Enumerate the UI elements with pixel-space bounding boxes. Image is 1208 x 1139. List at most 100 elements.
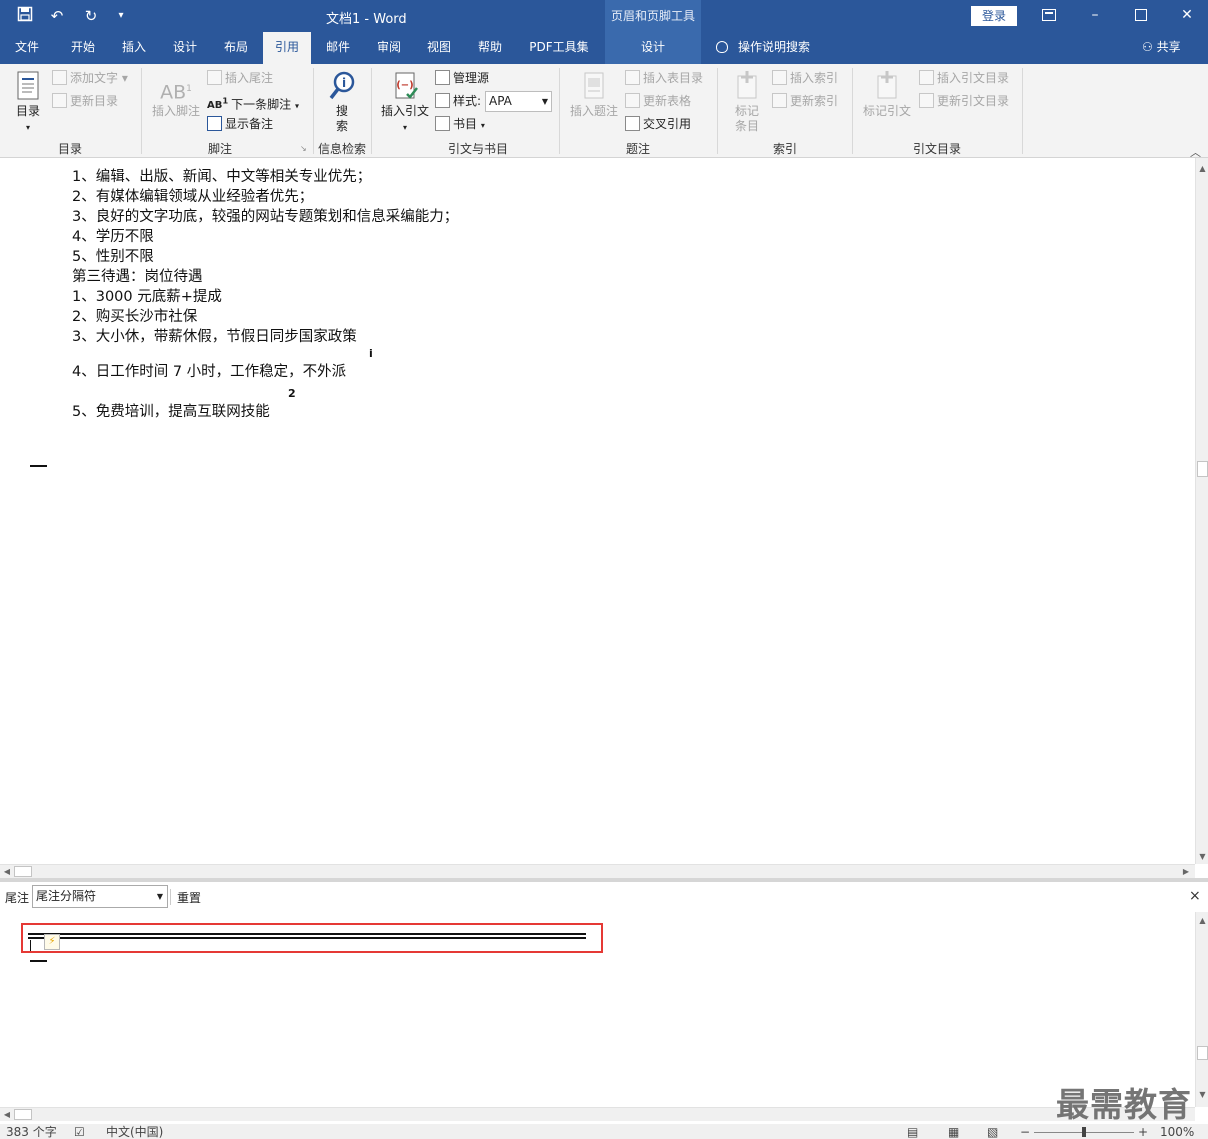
save-icon[interactable] [14, 6, 36, 26]
insert-toa-button[interactable]: 插入引文目录 [919, 68, 1009, 88]
tab-references[interactable]: 引用 [263, 32, 311, 64]
search-button[interactable]: i 搜索 [322, 70, 362, 134]
manage-sources-label: 管理源 [453, 71, 490, 85]
insert-caption-button[interactable]: 插入题注 [566, 70, 622, 119]
insert-endnote-button[interactable]: 插入尾注 [207, 68, 273, 88]
share-button[interactable]: ⚇ 共享 [1142, 32, 1181, 64]
language-indicator[interactable]: 中文(中国) [106, 1125, 163, 1139]
group-separator [559, 68, 560, 154]
insert-index-button[interactable]: 插入索引 [772, 68, 838, 88]
document-vertical-scrollbar[interactable]: ▲ ▼ [1195, 158, 1208, 864]
redo-icon[interactable]: ↻ [80, 6, 102, 26]
tab-view[interactable]: 视图 [414, 32, 464, 64]
doc-line: 3、良好的文字功底，较强的网站专题策划和信息采编能力； [72, 209, 459, 225]
endnote-reference[interactable]: 2 [288, 387, 296, 400]
doc-line: 5、免费培训，提高互联网技能 [72, 404, 270, 420]
document-horizontal-scrollbar[interactable]: ◀ ▶ [0, 864, 1195, 878]
tell-me-search[interactable]: 操作说明搜索 [716, 32, 810, 64]
tab-design[interactable]: 设计 [160, 32, 210, 64]
show-notes-icon [207, 116, 222, 131]
tab-pdf-tools[interactable]: PDF工具集 [518, 32, 600, 64]
scroll-up-icon[interactable]: ▲ [1197, 164, 1208, 173]
show-notes-button[interactable]: 显示备注 [207, 114, 273, 134]
tab-home[interactable]: 开始 [57, 32, 109, 64]
insert-table-of-figures-button[interactable]: 插入表目录 [625, 68, 703, 88]
scroll-thumb[interactable] [1197, 461, 1208, 477]
undo-icon[interactable]: ↶ [46, 6, 68, 26]
notes-horizontal-scrollbar[interactable]: ◀ [0, 1107, 1195, 1121]
scroll-right-icon[interactable]: ▶ [1182, 867, 1190, 876]
update-toa-button[interactable]: 更新引文目录 [919, 91, 1009, 111]
maximize-icon[interactable] [1118, 0, 1164, 32]
cross-reference-button[interactable]: 交叉引用 [625, 114, 691, 134]
mark-citation-label: 标记引文 [862, 104, 911, 118]
status-bar: 383 个字 ☑ 中文(中国) ▤ ▦ ▧ − + 100% [0, 1124, 1208, 1139]
tab-layout[interactable]: 布局 [211, 32, 261, 64]
update-table-button[interactable]: 更新表格 [625, 91, 691, 111]
close-icon[interactable]: ✕ [1164, 0, 1208, 32]
endnote-type-select[interactable]: 尾注分隔符 ▼ [32, 885, 168, 908]
toc-icon [17, 71, 39, 100]
next-footnote-button[interactable]: AB1 下一条脚注 ▾ [207, 91, 299, 111]
mark-entry-button[interactable]: 标记 条目 [728, 70, 766, 134]
insert-toa-label: 插入引文目录 [937, 71, 1010, 85]
notes-vertical-scrollbar[interactable]: ▲ ▼ [1195, 912, 1208, 1107]
zoom-level[interactable]: 100% [1160, 1125, 1194, 1139]
insert-index-label: 插入索引 [790, 71, 839, 85]
mark-entry-label-1: 标记 [734, 104, 759, 118]
read-mode-icon[interactable]: ▤ [907, 1125, 918, 1139]
insert-citation-button[interactable]: (−) 插入引文 ▾ [378, 70, 432, 135]
tab-mailings[interactable]: 邮件 [314, 32, 362, 64]
proofing-icon[interactable]: ☑ [74, 1125, 85, 1139]
print-layout-icon[interactable]: ▦ [948, 1125, 959, 1139]
doc-line: 第三待遇：岗位待遇 [72, 269, 203, 285]
insert-footnote-button[interactable]: AB1 插入脚注 [148, 74, 204, 119]
add-text-button[interactable]: 添加文字 ▾ [52, 68, 128, 88]
manage-sources-button[interactable]: 管理源 [435, 68, 489, 88]
update-index-button[interactable]: 更新索引 [772, 91, 838, 111]
reset-button[interactable]: 重置 [169, 889, 201, 906]
citation-style-value: APA [489, 94, 512, 108]
next-footnote-icon: AB1 [207, 96, 229, 112]
doc-line: 1、编辑、出版、新闻、中文等相关专业优先； [72, 169, 372, 185]
document-body[interactable]: 1、编辑、出版、新闻、中文等相关专业优先； 2、有媒体编辑领域从业经验者优先； … [0, 158, 1195, 864]
horizontal-scroll-thumb[interactable] [14, 866, 32, 877]
web-layout-icon[interactable]: ▧ [987, 1125, 998, 1139]
login-button[interactable]: 登录 [971, 6, 1017, 26]
endnote-reference[interactable]: i [369, 347, 373, 360]
ribbon-display-icon[interactable] [1026, 0, 1072, 32]
update-table-icon [625, 93, 640, 108]
zoom-out-icon[interactable]: − [1020, 1125, 1030, 1139]
scroll-left-icon[interactable]: ◀ [3, 867, 11, 876]
minimize-icon[interactable]: – [1072, 0, 1118, 32]
tab-header-footer-design[interactable]: 设计 [605, 32, 701, 64]
word-count[interactable]: 383 个字 [6, 1125, 57, 1139]
search-label-1: 搜 [335, 104, 348, 118]
horizontal-scroll-thumb[interactable] [14, 1109, 32, 1120]
paragraph-end-mark [30, 960, 47, 962]
dialog-launcher-icon[interactable]: ↘ [300, 144, 307, 153]
tab-file[interactable]: 文件 [0, 32, 54, 64]
endnote-separator-area[interactable]: ⚡ [0, 912, 1195, 1107]
tab-insert[interactable]: 插入 [109, 32, 159, 64]
zoom-slider-thumb[interactable] [1082, 1127, 1086, 1137]
update-table-label: 更新表格 [643, 94, 692, 108]
zoom-in-icon[interactable]: + [1138, 1125, 1148, 1139]
tab-review[interactable]: 审阅 [364, 32, 414, 64]
group-label-toc: 目录 [57, 142, 82, 156]
scroll-thumb[interactable] [1197, 1046, 1208, 1060]
scroll-down-icon[interactable]: ▼ [1197, 1090, 1208, 1099]
cross-reference-label: 交叉引用 [643, 117, 692, 131]
mark-citation-icon [877, 71, 897, 99]
customize-icon[interactable]: ▾ [110, 6, 132, 26]
tab-help[interactable]: 帮助 [465, 32, 515, 64]
scroll-up-icon[interactable]: ▲ [1197, 916, 1208, 925]
scroll-left-icon[interactable]: ◀ [3, 1110, 11, 1119]
toc-button[interactable]: 目录 ▾ [10, 70, 46, 135]
mark-citation-button[interactable]: 标记引文 [860, 70, 914, 119]
scroll-down-icon[interactable]: ▼ [1197, 852, 1208, 861]
update-toc-button[interactable]: 更新目录 [52, 91, 118, 111]
bibliography-button[interactable]: 书目 ▾ [435, 114, 485, 134]
citation-style-select[interactable]: APA ▼ [485, 91, 552, 112]
close-pane-icon[interactable]: × [1189, 888, 1201, 904]
